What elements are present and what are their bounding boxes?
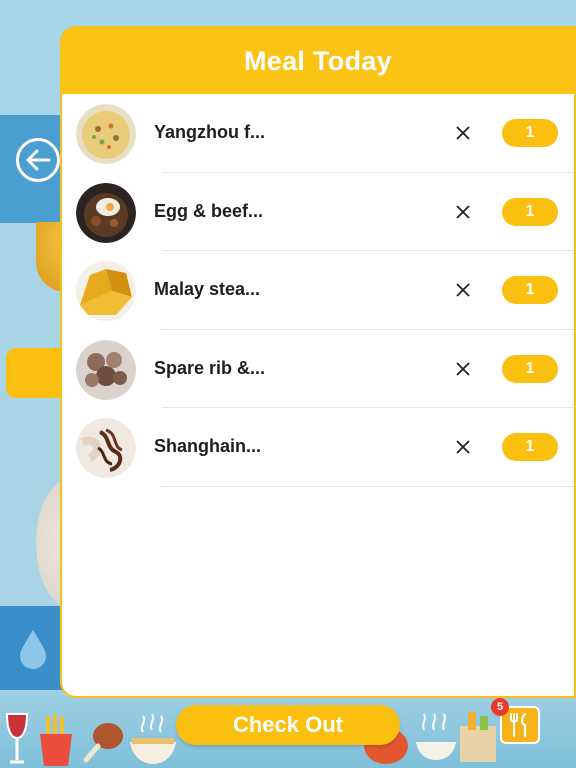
close-icon (456, 283, 470, 297)
meal-row: Egg & beef... 1 (62, 173, 574, 251)
remove-button[interactable] (452, 201, 474, 223)
quantity-badge[interactable]: 1 (502, 197, 558, 226)
egg-beef-rice-photo (76, 182, 136, 243)
spare-rib-photo (76, 339, 136, 400)
close-icon (456, 440, 470, 454)
row-divider (162, 485, 574, 487)
meal-row: Malay stea... 1 (62, 251, 574, 330)
remove-button[interactable] (452, 358, 474, 380)
wine-glass-icon (5, 713, 29, 764)
remove-button[interactable] (452, 122, 474, 144)
quantity-badge[interactable]: 1 (502, 433, 558, 461)
checkout-button[interactable]: Check Out (176, 705, 400, 745)
close-icon (456, 204, 470, 219)
remove-button[interactable] (452, 436, 474, 458)
close-icon (456, 126, 470, 140)
meal-name: Shanghain... (154, 436, 262, 456)
meal-name: Egg & beef... (154, 200, 264, 221)
fork-knife-icon (510, 713, 527, 737)
quantity-badge[interactable]: 1 (502, 276, 558, 304)
steamed-cake-photo (76, 261, 136, 321)
cart-count-badge: 5 (491, 698, 509, 716)
meal-name: Spare rib &... (154, 357, 266, 378)
meal-row: Shanghain... 1 (62, 408, 574, 487)
remove-button[interactable] (452, 279, 474, 301)
quantity-badge[interactable]: 1 (502, 354, 558, 383)
close-icon (456, 361, 470, 376)
noodle-bowl-icon (130, 713, 176, 764)
grocery-bag-icon (460, 712, 496, 762)
drumstick-icon (83, 723, 123, 763)
meal-today-panel: Meal Today Yangzhou f... 1 Egg & beef...… (60, 26, 576, 698)
meal-row: Spare rib &... 1 (62, 330, 574, 408)
panel-title: Meal Today (243, 45, 393, 76)
water-drop-icon (20, 630, 46, 669)
meal-list: Yangzhou f... 1 Egg & beef... 1 Malay st… (62, 94, 574, 487)
quantity-badge[interactable]: 1 (502, 119, 558, 147)
soup-icon (416, 713, 456, 760)
meal-name: Malay stea... (154, 279, 261, 299)
noodles-photo (76, 418, 136, 478)
meal-name: Yangzhou f... (154, 122, 265, 142)
meal-row: Yangzhou f... 1 (62, 94, 574, 173)
back-button[interactable] (16, 138, 60, 182)
fries-icon (40, 714, 72, 766)
panel-header: Meal Today (62, 28, 574, 94)
back-arrow-icon (26, 149, 51, 171)
fried-rice-photo (76, 104, 136, 164)
